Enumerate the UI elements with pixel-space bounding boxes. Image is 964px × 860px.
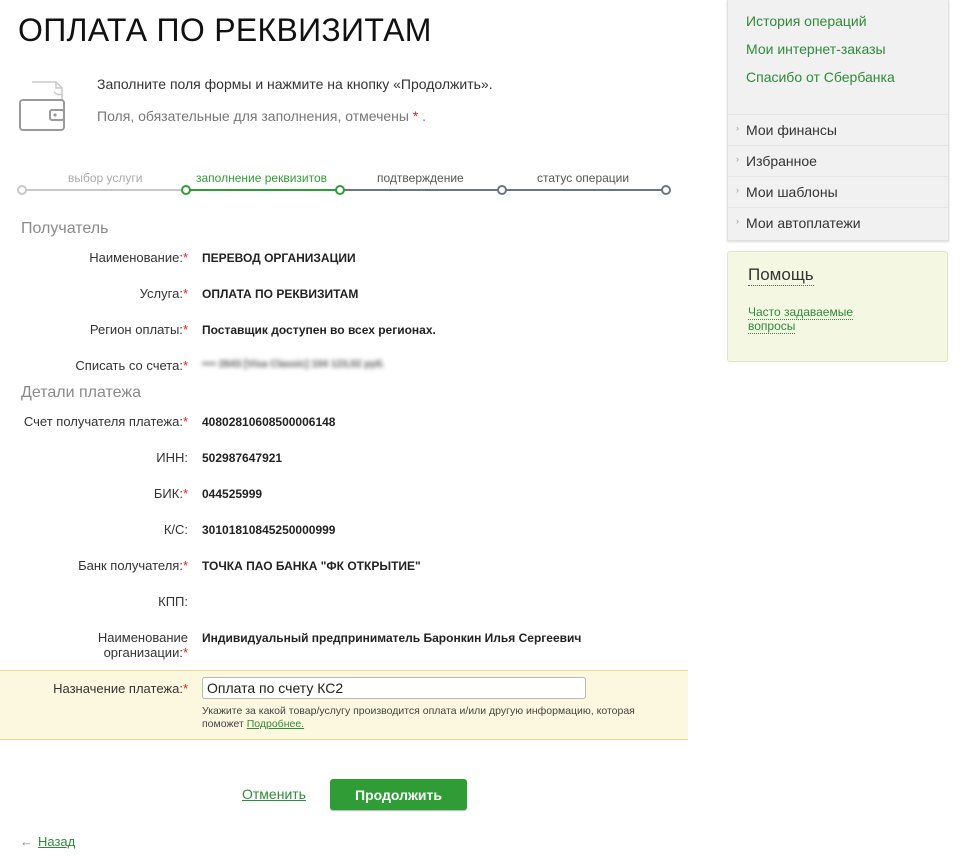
debit-account-label: Списать со счета:* xyxy=(75,358,188,373)
corr-account-label: К/С: xyxy=(163,522,188,537)
sidebar-item-label: Мои шаблоны xyxy=(746,184,838,200)
organization-value: Индивидуальный предприниматель Баронкин … xyxy=(202,631,582,645)
required-note-text: Поля, обязательные для заполнения, отмеч… xyxy=(97,108,409,124)
step-dot-2 xyxy=(181,185,191,195)
page-title: ОПЛАТА ПО РЕКВИЗИТАМ xyxy=(18,12,432,48)
wallet-icon xyxy=(19,81,65,131)
recipient-name-label: Наименование:* xyxy=(89,250,188,265)
step-dot-5 xyxy=(661,185,671,195)
debit-account-value[interactable]: •••• 2643 [Visa Classic] 104 123,02 руб. xyxy=(202,359,385,370)
inn-value: 502987647921 xyxy=(202,451,283,465)
inn-label: ИНН: xyxy=(156,450,188,465)
step-line-done xyxy=(22,189,186,191)
purpose-label: Назначение платежа:* xyxy=(53,681,188,696)
region-label: Регион оплаты:* xyxy=(89,322,188,337)
purpose-hint: Укажите за какой товар/услугу производит… xyxy=(202,705,672,731)
cancel-link[interactable]: Отменить xyxy=(242,786,306,802)
step-confirmation: подтверждение xyxy=(377,171,464,185)
required-fields-note: Поля, обязательные для заполнения, отмеч… xyxy=(97,108,426,124)
recipient-bank-value: ТОЧКА ПАО БАНКА "ФК ОТКРЫТИЕ" xyxy=(202,559,421,573)
purpose-more-link[interactable]: Подробнее. xyxy=(247,718,304,730)
kpp-label: КПП: xyxy=(158,594,188,609)
organization-label: Наименование организации:* xyxy=(97,630,188,660)
sidebar-item-label: Избранное xyxy=(746,153,817,169)
continue-button[interactable]: Продолжить xyxy=(330,779,467,810)
recipient-account-value: 40802810608500006148 xyxy=(202,415,336,429)
chevron-right-icon: › xyxy=(736,123,739,133)
purpose-input[interactable] xyxy=(202,677,586,699)
payment-section-title: Детали платежа xyxy=(21,384,141,401)
bik-value: 044525999 xyxy=(202,487,263,501)
recipient-name-value: ПЕРЕВОД ОРГАНИЗАЦИИ xyxy=(202,251,356,265)
corr-account-value: 30101810845250000999 xyxy=(202,523,336,537)
service-value: ОПЛАТА ПО РЕКВИЗИТАМ xyxy=(202,287,359,301)
faq-link[interactable]: Часто задаваемые вопросы xyxy=(748,305,888,334)
help-panel: Помощь Часто задаваемые вопросы xyxy=(727,251,948,362)
back-arrow-icon: ← xyxy=(20,834,33,849)
sidebar-item-label: Мои финансы xyxy=(746,122,837,138)
step-fill-details: заполнение реквизитов xyxy=(196,171,328,185)
chevron-right-icon: › xyxy=(736,154,739,164)
back-link[interactable]: ← Назад xyxy=(20,834,75,849)
sidebar-item-favorites[interactable]: › Избранное xyxy=(728,145,948,177)
bik-label: БИК:* xyxy=(153,486,188,501)
step-dot-4 xyxy=(497,185,507,195)
chevron-right-icon: › xyxy=(736,216,739,226)
back-label[interactable]: Назад xyxy=(38,834,75,849)
sidebar-link-history[interactable]: История операций xyxy=(746,13,867,29)
step-dot-1 xyxy=(17,185,27,195)
help-title[interactable]: Помощь xyxy=(748,265,814,286)
required-mark: * xyxy=(412,108,419,124)
sidebar-item-finances[interactable]: › Мои финансы xyxy=(728,114,948,146)
region-value: Поставщик доступен во всех регионах. xyxy=(202,323,436,337)
sidebar-item-templates[interactable]: › Мои шаблоны xyxy=(728,176,948,208)
step-select-service: выбор услуги xyxy=(68,171,143,185)
recipient-account-label: Счет получателя платежа:* xyxy=(23,414,188,429)
step-dot-3 xyxy=(335,185,345,195)
intro-instruction: Заполните поля формы и нажмите на кнопку… xyxy=(97,76,493,92)
sidebar-link-internet-orders[interactable]: Мои интернет-заказы xyxy=(746,41,886,57)
required-note-end: . xyxy=(422,108,427,124)
sidebar-item-label: Мои автоплатежи xyxy=(746,215,861,231)
step-line-current xyxy=(186,189,340,191)
step-operation-status: статус операции xyxy=(537,171,630,185)
sidebar-link-spasibo[interactable]: Спасибо от Сбербанка xyxy=(746,69,895,85)
progress-steps: выбор услуги заполнение реквизитов подтв… xyxy=(17,168,671,198)
chevron-right-icon: › xyxy=(736,185,739,195)
recipient-bank-label: Банк получателя:* xyxy=(78,558,188,573)
service-label: Услуга:* xyxy=(139,286,188,301)
recipient-section-title: Получатель xyxy=(21,220,109,237)
sidebar-item-autopayments[interactable]: › Мои автоплатежи xyxy=(728,207,948,239)
sidebar-menu: История операций Мои интернет-заказы Спа… xyxy=(727,0,949,241)
